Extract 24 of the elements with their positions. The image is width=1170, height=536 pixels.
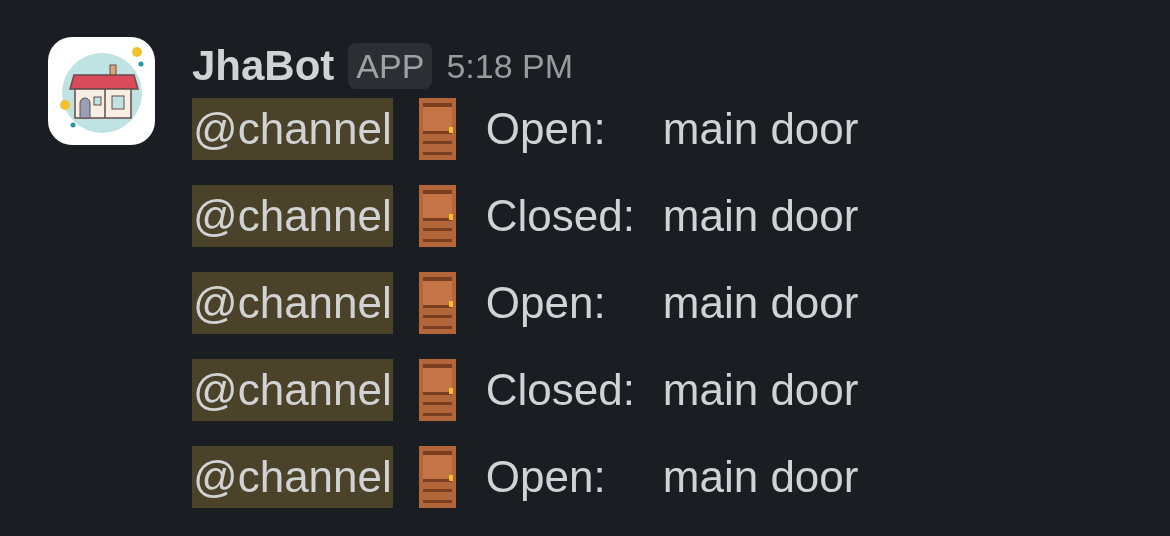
sender-name[interactable]: JhaBot [192,45,335,87]
door-icon [418,184,456,247]
door-icon [418,445,456,508]
door-name: main door [662,363,859,416]
door-name: main door [662,102,859,155]
door-status: Open: [485,450,607,503]
door-status: Open: [485,276,607,329]
door-name: main door [662,276,859,329]
door-status: Open: [485,102,607,155]
app-label: APP [348,43,433,89]
house-avatar[interactable] [48,37,155,145]
door-icon [418,358,456,421]
door-name: main door [662,189,859,242]
channel-mention[interactable]: @channel [192,358,393,421]
timestamp[interactable]: 5:18 PM [446,49,574,83]
channel-mention[interactable]: @channel [192,271,393,334]
door-name: main door [662,450,859,503]
door-icon [418,271,456,334]
channel-mention[interactable]: @channel [192,184,393,247]
channel-mention[interactable]: @channel [192,97,393,160]
channel-mention[interactable]: @channel [192,445,393,508]
door-icon [418,97,456,160]
door-status: Closed: [485,189,636,242]
door-status: Closed: [485,363,636,416]
